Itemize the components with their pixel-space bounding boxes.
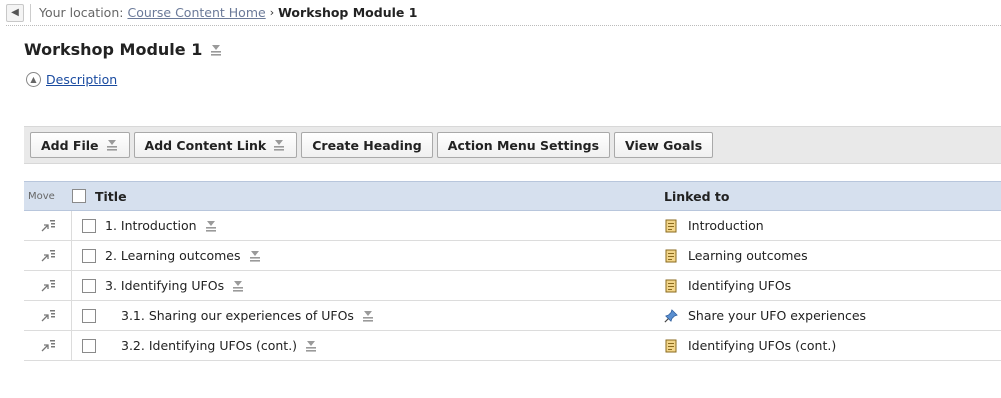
- breadcrumb: ◀ Your location: Course Content Home › W…: [6, 0, 1001, 26]
- page-title-row: Workshop Module 1: [24, 40, 223, 59]
- description-row: ▲ Description: [26, 72, 117, 87]
- table-row: 3.1. Sharing our experiences of UFOs Sha…: [24, 301, 1001, 331]
- breadcrumb-current: Workshop Module 1: [278, 5, 418, 20]
- toolbar: Add File Add Content Link Create Heading…: [24, 126, 1001, 164]
- linked-item[interactable]: Introduction: [688, 218, 764, 233]
- move-cell: [24, 301, 72, 330]
- linked-cell: Introduction: [644, 211, 1001, 240]
- title-cell: 2. Learning outcomes: [72, 241, 644, 270]
- linked-cell: Identifying UFOs (cont.): [644, 331, 1001, 360]
- action-menu-settings-button[interactable]: Action Menu Settings: [436, 132, 611, 158]
- linked-cell: Identifying UFOs: [644, 271, 1001, 300]
- row-title[interactable]: 1. Introduction: [105, 218, 197, 233]
- row-checkbox[interactable]: [82, 338, 96, 353]
- breadcrumb-separator: ›: [269, 6, 275, 19]
- row-title[interactable]: 3. Identifying UFOs: [105, 278, 224, 293]
- linked-item[interactable]: Learning outcomes: [688, 248, 808, 263]
- title-cell: 3.1. Sharing our experiences of UFOs: [72, 301, 644, 330]
- breadcrumb-link-home[interactable]: Course Content Home: [127, 5, 265, 20]
- page-icon: [664, 219, 678, 233]
- move-cell: [24, 211, 72, 240]
- context-menu-icon[interactable]: [304, 339, 318, 353]
- context-menu-icon[interactable]: [231, 279, 245, 293]
- row-checkbox[interactable]: [82, 308, 96, 323]
- linked-item[interactable]: Share your UFO experiences: [688, 308, 866, 323]
- page-icon: [664, 339, 678, 353]
- add-file-label: Add File: [41, 137, 99, 153]
- add-content-link-button[interactable]: Add Content Link: [133, 132, 298, 158]
- linked-column-header: Linked to: [644, 182, 1001, 210]
- linked-header-label: Linked to: [664, 188, 730, 204]
- content-table: Move Title Linked to 1. Introduction Int…: [24, 181, 1001, 361]
- table-row: 3. Identifying UFOs Identifying UFOs: [24, 271, 1001, 301]
- title-column-header: Title: [72, 182, 644, 210]
- row-title[interactable]: 3.2. Identifying UFOs (cont.): [121, 338, 297, 353]
- linked-item[interactable]: Identifying UFOs (cont.): [688, 338, 836, 353]
- divider: [30, 3, 31, 22]
- move-header-label: Move: [28, 190, 55, 202]
- move-handle-icon[interactable]: [39, 307, 57, 325]
- move-handle-icon[interactable]: [39, 217, 57, 235]
- create-heading-button[interactable]: Create Heading: [301, 132, 433, 158]
- back-arrow-icon[interactable]: ◀: [6, 3, 24, 22]
- title-cell: 1. Introduction: [72, 211, 644, 240]
- page-icon: [664, 279, 678, 293]
- move-handle-icon[interactable]: [39, 277, 57, 295]
- row-checkbox[interactable]: [82, 248, 96, 263]
- context-menu-icon[interactable]: [272, 138, 286, 152]
- action-menu-settings-label: Action Menu Settings: [447, 137, 600, 153]
- view-goals-label: View Goals: [625, 137, 703, 153]
- context-menu-icon[interactable]: [209, 43, 223, 57]
- move-cell: [24, 331, 72, 360]
- table-row: 3.2. Identifying UFOs (cont.) Identifyin…: [24, 331, 1001, 361]
- create-heading-label: Create Heading: [312, 137, 422, 153]
- linked-cell: Share your UFO experiences: [644, 301, 1001, 330]
- linked-cell: Learning outcomes: [644, 241, 1001, 270]
- move-column-header: Move: [24, 182, 72, 210]
- row-checkbox[interactable]: [82, 218, 96, 233]
- title-cell: 3. Identifying UFOs: [72, 271, 644, 300]
- page-title: Workshop Module 1: [24, 40, 203, 59]
- context-menu-icon[interactable]: [204, 219, 218, 233]
- move-handle-icon[interactable]: [39, 247, 57, 265]
- description-link[interactable]: Description: [46, 72, 117, 87]
- move-cell: [24, 271, 72, 300]
- add-file-button[interactable]: Add File: [30, 132, 130, 158]
- add-content-link-label: Add Content Link: [144, 137, 267, 153]
- breadcrumb-prefix: Your location:: [39, 5, 124, 20]
- row-title[interactable]: 3.1. Sharing our experiences of UFOs: [121, 308, 354, 323]
- row-title[interactable]: 2. Learning outcomes: [105, 248, 241, 263]
- table-row: 1. Introduction Introduction: [24, 211, 1001, 241]
- title-cell: 3.2. Identifying UFOs (cont.): [72, 331, 644, 360]
- select-all-checkbox[interactable]: [72, 189, 86, 203]
- context-menu-icon[interactable]: [105, 138, 119, 152]
- page-icon: [664, 249, 678, 263]
- pin-icon: [664, 308, 678, 323]
- move-cell: [24, 241, 72, 270]
- view-goals-button[interactable]: View Goals: [614, 132, 714, 158]
- table-header: Move Title Linked to: [24, 181, 1001, 211]
- context-menu-icon[interactable]: [361, 309, 375, 323]
- linked-item[interactable]: Identifying UFOs: [688, 278, 791, 293]
- table-row: 2. Learning outcomes Learning outcomes: [24, 241, 1001, 271]
- move-handle-icon[interactable]: [39, 337, 57, 355]
- row-checkbox[interactable]: [82, 278, 96, 293]
- title-header-label[interactable]: Title: [95, 189, 127, 204]
- expand-circle-icon[interactable]: ▲: [26, 72, 41, 87]
- context-menu-icon[interactable]: [248, 249, 262, 263]
